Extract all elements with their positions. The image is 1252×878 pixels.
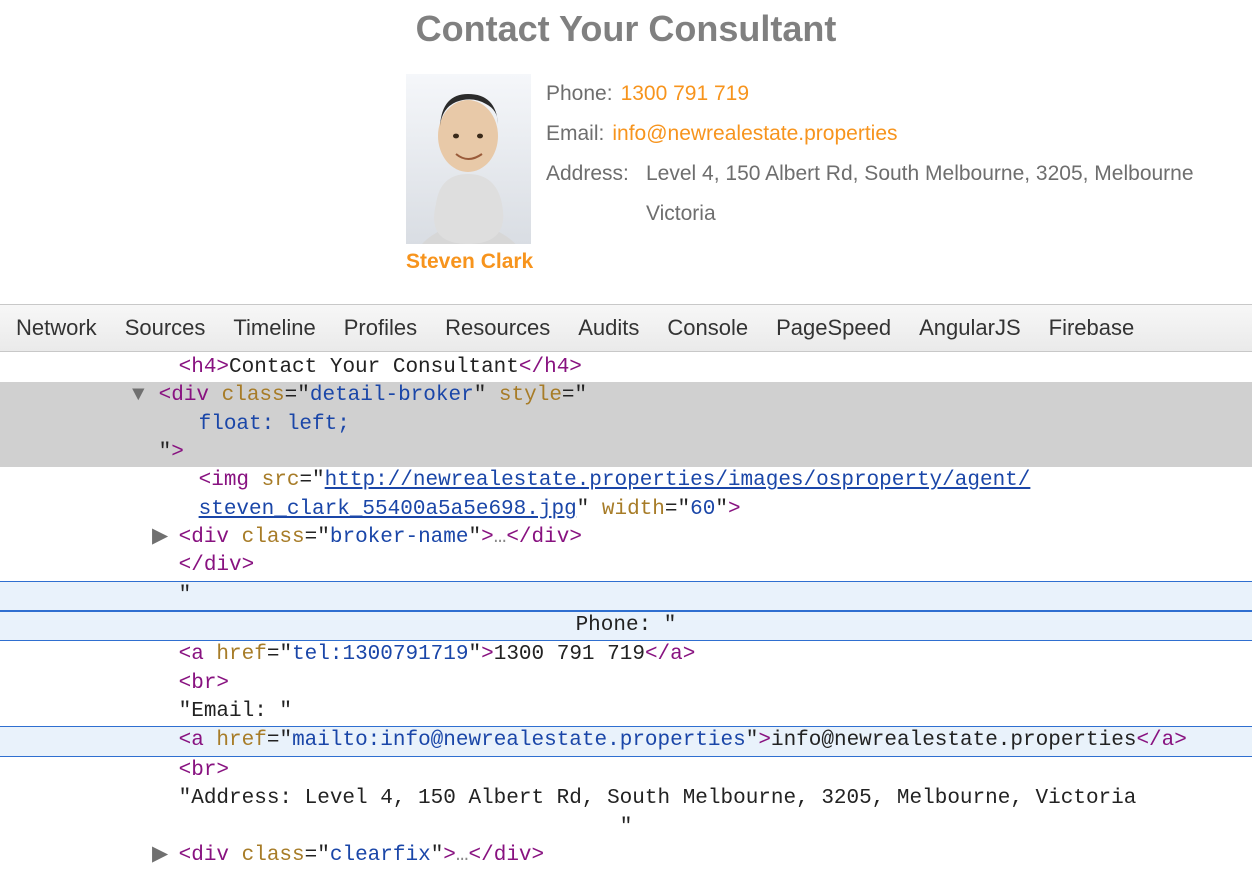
- address-line-1: Level 4, 150 Albert Rd, South Melbourne,…: [646, 154, 1194, 194]
- devtools-tab-timeline[interactable]: Timeline: [219, 307, 329, 349]
- page-title: Contact Your Consultant: [0, 8, 1252, 50]
- address-line-2: Victoria: [646, 194, 716, 234]
- dom-line[interactable]: </div>: [0, 552, 1252, 580]
- dom-line[interactable]: <a href="mailto:info@newrealestate.prope…: [0, 726, 1252, 756]
- devtools-tab-audits[interactable]: Audits: [564, 307, 653, 349]
- phone-row: Phone: 1300 791 719: [546, 74, 1194, 114]
- devtools-dom-tree[interactable]: <h4>Contact Your Consultant</h4>▼ <div c…: [0, 352, 1252, 878]
- contact-block: Steven Clark Phone: 1300 791 719 Email: …: [406, 74, 1252, 274]
- devtools-tab-pagespeed[interactable]: PageSpeed: [762, 307, 905, 349]
- dom-line[interactable]: ▶ <div class="clearfix">…</div>: [0, 842, 1252, 870]
- address-row-1: Address: Level 4, 150 Albert Rd, South M…: [546, 154, 1194, 194]
- broker-name: Steven Clark: [406, 250, 534, 274]
- devtools-tab-resources[interactable]: Resources: [431, 307, 564, 349]
- dom-line[interactable]: ": [0, 814, 1252, 842]
- address-spacer: [546, 194, 638, 234]
- dom-line[interactable]: float: left;: [0, 411, 1252, 439]
- dom-line[interactable]: <br>: [0, 670, 1252, 698]
- devtools-tab-angularjs[interactable]: AngularJS: [905, 307, 1035, 349]
- devtools-tab-network[interactable]: Network: [2, 307, 111, 349]
- devtools-tab-sources[interactable]: Sources: [111, 307, 220, 349]
- dom-line[interactable]: <br>: [0, 757, 1252, 785]
- rendered-page: Contact Your Consultant: [0, 8, 1252, 304]
- email-link[interactable]: info@newrealestate.properties: [612, 114, 897, 154]
- dom-line[interactable]: "Email: ": [0, 698, 1252, 726]
- email-label: Email:: [546, 114, 604, 154]
- address-label: Address:: [546, 154, 638, 194]
- broker-photo-column: Steven Clark: [406, 74, 534, 274]
- dom-line[interactable]: <h4>Contact Your Consultant</h4>: [0, 354, 1252, 382]
- dom-line[interactable]: ▼ <div class="detail-broker" style=": [0, 382, 1252, 410]
- devtools-tab-console[interactable]: Console: [653, 307, 762, 349]
- address-row-2: Victoria: [546, 194, 1194, 234]
- dom-line[interactable]: steven_clark_55400a5a5e698.jpg" width="6…: [0, 496, 1252, 524]
- phone-link[interactable]: 1300 791 719: [621, 74, 749, 114]
- dom-line[interactable]: ": [0, 581, 1252, 611]
- devtools-tabbar: NetworkSourcesTimelineProfilesResourcesA…: [0, 305, 1252, 352]
- dom-line[interactable]: <a href="tel:1300791719">1300 791 719</a…: [0, 641, 1252, 669]
- email-row: Email: info@newrealestate.properties: [546, 114, 1194, 154]
- dom-line[interactable]: ">: [0, 439, 1252, 467]
- dom-line[interactable]: ▶ <div class="broker-name">…</div>: [0, 524, 1252, 552]
- devtools-panel: NetworkSourcesTimelineProfilesResourcesA…: [0, 304, 1252, 878]
- devtools-tab-firebase[interactable]: Firebase: [1035, 307, 1149, 349]
- devtools-tab-profiles[interactable]: Profiles: [330, 307, 431, 349]
- dom-line[interactable]: <img src="http://newrealestate.propertie…: [0, 467, 1252, 495]
- dom-line[interactable]: "Address: Level 4, 150 Albert Rd, South …: [0, 785, 1252, 813]
- phone-label: Phone:: [546, 74, 613, 114]
- dom-line[interactable]: Phone: ": [0, 611, 1252, 641]
- contact-info: Phone: 1300 791 719 Email: info@newreale…: [546, 74, 1194, 234]
- broker-avatar: [406, 74, 531, 244]
